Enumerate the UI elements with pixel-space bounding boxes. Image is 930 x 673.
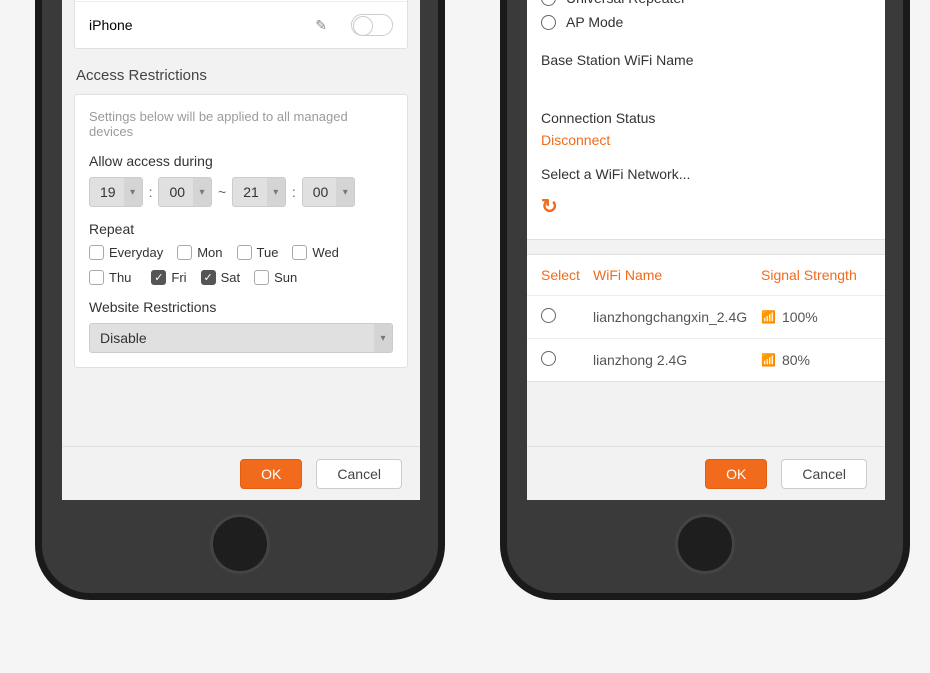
day-sun[interactable]: Sun [254, 270, 297, 285]
checkbox-icon [89, 245, 104, 260]
time-range-row: 19 ▾ : 00 ▾ ~ 21 ▾ : 00 ▾ [89, 177, 393, 207]
refresh-icon[interactable]: ↻ [541, 190, 558, 233]
mode-radio-group: Disable WISP Universal Repeater AP Mode [527, 0, 885, 46]
checkbox-icon: ✓ [201, 270, 216, 285]
device-row: iPhone ✎ [75, 2, 407, 48]
checkbox-icon [237, 245, 252, 260]
wifi-signal-icon: 📶 [761, 353, 776, 367]
device-name-value: iPhone [89, 17, 315, 33]
base-station-block: Base Station WiFi Name Connection Status… [527, 52, 885, 233]
checkbox-icon [292, 245, 307, 260]
mode-ap-label: AP Mode [566, 14, 623, 30]
radio-universal-repeater[interactable] [541, 0, 556, 6]
chevron-down-icon: ▾ [124, 178, 142, 206]
repeat-label: Repeat [89, 221, 393, 237]
checkbox-icon: ✓ [151, 270, 166, 285]
time-to-min[interactable]: 00 ▾ [302, 177, 356, 207]
connection-status-value: Disconnect [541, 132, 871, 148]
home-button[interactable] [675, 514, 735, 574]
day-thu[interactable]: Thu [89, 270, 131, 285]
tilde-sep: ~ [218, 184, 226, 200]
day-everyday[interactable]: Everyday [89, 245, 163, 260]
wifi-select-radio[interactable] [541, 308, 556, 323]
edit-icon[interactable]: ✎ [315, 17, 327, 34]
restrictions-note: Settings below will be applied to all ma… [89, 109, 393, 139]
home-button[interactable] [210, 514, 270, 574]
phone-left: Device Name Manage iPhone ✎ Access Restr… [35, 0, 445, 600]
select-wifi-label: Select a WiFi Network... [541, 166, 871, 182]
day-fri[interactable]: ✓ Fri [145, 270, 186, 285]
wifi-name-value: lianzhongchangxin_2.4G [593, 309, 761, 325]
allow-access-label: Allow access during [89, 153, 393, 169]
mode-row-3: AP Mode [541, 10, 871, 34]
right-top-panel: Disable WISP Universal Repeater AP Mode [527, 0, 885, 240]
checkbox-icon [254, 270, 269, 285]
chevron-down-icon: ▾ [336, 178, 354, 206]
wifi-table-header: Select WiFi Name Signal Strength [527, 255, 885, 296]
website-restrictions-select[interactable]: Disable ▾ [89, 323, 393, 353]
base-station-label: Base Station WiFi Name [541, 52, 871, 68]
col-signal: Signal Strength [761, 267, 871, 283]
restrictions-panel: Settings below will be applied to all ma… [74, 94, 408, 368]
wifi-signal-value: 80% [782, 352, 810, 368]
chevron-down-icon: ▾ [374, 324, 392, 352]
device-table: Device Name Manage iPhone ✎ [74, 0, 408, 49]
wifi-table: Select WiFi Name Signal Strength lianzho… [527, 254, 885, 382]
section-title-restrictions: Access Restrictions [62, 63, 420, 94]
manage-toggle[interactable] [351, 14, 393, 36]
day-sat[interactable]: ✓ Sat [201, 270, 241, 285]
screen-left: Device Name Manage iPhone ✎ Access Restr… [62, 0, 420, 500]
colon-sep: : [149, 184, 153, 200]
ok-button[interactable]: OK [705, 459, 767, 489]
footer-bar: OK Cancel [62, 446, 420, 500]
col-wifi-name: WiFi Name [593, 267, 761, 283]
wifi-signal-icon: 📶 [761, 310, 776, 324]
col-select: Select [541, 267, 593, 283]
time-to-hour[interactable]: 21 ▾ [232, 177, 286, 207]
screen-right: Disable WISP Universal Repeater AP Mode [527, 0, 885, 500]
wifi-select-radio[interactable] [541, 351, 556, 366]
ok-button[interactable]: OK [240, 459, 302, 489]
day-wed[interactable]: Wed [292, 245, 339, 260]
footer-bar: OK Cancel [527, 446, 885, 500]
wifi-signal-value: 100% [782, 309, 818, 325]
mode-universal-label: Universal Repeater [566, 0, 686, 6]
wifi-row[interactable]: lianzhongchangxin_2.4G 📶 100% [527, 296, 885, 339]
connection-status-label: Connection Status [541, 110, 871, 126]
phone-right: Disable WISP Universal Repeater AP Mode [500, 0, 910, 600]
cancel-button[interactable]: Cancel [781, 459, 867, 489]
checkbox-icon [89, 270, 104, 285]
cancel-button[interactable]: Cancel [316, 459, 402, 489]
wifi-name-value: lianzhong 2.4G [593, 352, 761, 368]
radio-ap-mode[interactable] [541, 15, 556, 30]
checkbox-icon [177, 245, 192, 260]
time-from-hour[interactable]: 19 ▾ [89, 177, 143, 207]
day-tue[interactable]: Tue [237, 245, 279, 260]
day-mon[interactable]: Mon [177, 245, 222, 260]
chevron-down-icon: ▾ [193, 178, 211, 206]
colon-sep: : [292, 184, 296, 200]
days-grid: Everyday Mon Tue Wed Thu [89, 245, 393, 285]
time-from-min[interactable]: 00 ▾ [158, 177, 212, 207]
website-restrictions-label: Website Restrictions [89, 299, 393, 315]
mode-row-2: Universal Repeater [541, 0, 871, 10]
chevron-down-icon: ▾ [267, 178, 285, 206]
wifi-row[interactable]: lianzhong 2.4G 📶 80% [527, 339, 885, 381]
